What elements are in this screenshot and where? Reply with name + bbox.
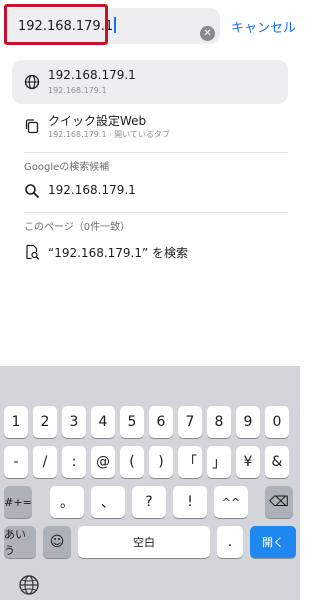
address-bar-area: 192.168.179.1 ✕ キャンセル bbox=[0, 0, 300, 50]
key-4[interactable]: 4 bbox=[91, 406, 115, 438]
cancel-button[interactable]: キャンセル bbox=[231, 17, 296, 36]
key-8[interactable]: 8 bbox=[207, 406, 231, 438]
key-9[interactable]: 9 bbox=[236, 406, 260, 438]
search-icon bbox=[25, 184, 39, 198]
address-field[interactable]: 192.168.179.1 ✕ bbox=[4, 8, 220, 44]
key-6[interactable]: 6 bbox=[149, 406, 173, 438]
key-5[interactable]: 5 bbox=[120, 406, 144, 438]
key-paren-close[interactable]: ) bbox=[149, 446, 173, 478]
key-exclamation[interactable]: ! bbox=[173, 486, 207, 518]
backspace-icon: ⌫ bbox=[269, 494, 289, 510]
key-7[interactable]: 7 bbox=[178, 406, 202, 438]
backspace-key[interactable]: ⌫ bbox=[265, 486, 293, 518]
globe-icon[interactable] bbox=[18, 574, 40, 596]
section-header-this-page: このページ（0件一致） bbox=[24, 222, 131, 233]
symbols-toggle-key[interactable]: #+= bbox=[4, 486, 32, 518]
key-question[interactable]: ? bbox=[132, 486, 166, 518]
suggestion-title: 192.168.179.1 bbox=[48, 68, 136, 82]
text-caret bbox=[114, 17, 117, 33]
google-suggestion-text: 192.168.179.1 bbox=[48, 183, 136, 197]
key-yen[interactable]: ¥ bbox=[236, 446, 260, 478]
key-ampersand[interactable]: & bbox=[265, 446, 289, 478]
key-at[interactable]: @ bbox=[91, 446, 115, 478]
key-2[interactable]: 2 bbox=[33, 406, 57, 438]
find-in-page-text: “192.168.179.1” を検索 bbox=[48, 246, 189, 260]
space-key[interactable]: 空白 bbox=[78, 526, 210, 558]
suggestion-subtitle: 192.168.179.1 · 開いているタブ bbox=[48, 130, 170, 139]
section-header-google: Googleの検索候補 bbox=[24, 162, 110, 173]
address-input-text[interactable]: 192.168.179.1 bbox=[18, 17, 117, 34]
key-bracket-close[interactable]: 」 bbox=[207, 446, 231, 478]
key-1[interactable]: 1 bbox=[4, 406, 28, 438]
divider bbox=[24, 212, 288, 213]
suggestion-top-hit[interactable] bbox=[12, 60, 288, 104]
clear-text-icon[interactable]: ✕ bbox=[200, 26, 215, 41]
key-kuten[interactable]: 。 bbox=[50, 486, 84, 518]
key-3[interactable]: 3 bbox=[62, 406, 86, 438]
tabs-icon bbox=[25, 119, 39, 134]
key-slash[interactable]: / bbox=[33, 446, 57, 478]
suggestion-subtitle: 192.168.179.1 bbox=[48, 86, 107, 95]
key-period[interactable]: . bbox=[217, 526, 243, 558]
suggestion-title: クイック設定Web bbox=[48, 114, 147, 128]
key-colon[interactable]: : bbox=[62, 446, 86, 478]
emoji-icon: ☺ bbox=[49, 534, 65, 550]
kana-mode-key[interactable]: あいう bbox=[4, 526, 36, 558]
enter-key[interactable]: 開く bbox=[250, 526, 296, 558]
key-touten[interactable]: 、 bbox=[91, 486, 125, 518]
key-0[interactable]: 0 bbox=[265, 406, 289, 438]
key-bracket-open[interactable]: 「 bbox=[178, 446, 202, 478]
divider bbox=[24, 152, 288, 153]
keyboard: 1 2 3 4 5 6 7 8 9 0 - / : @ ( ) 「 」 ¥ & … bbox=[0, 366, 300, 600]
globe-icon bbox=[24, 74, 40, 90]
key-hyphen[interactable]: - bbox=[4, 446, 28, 478]
find-in-page-icon bbox=[26, 244, 40, 260]
key-kaomoji[interactable]: ^^ bbox=[214, 486, 248, 518]
key-paren-open[interactable]: ( bbox=[120, 446, 144, 478]
emoji-key[interactable]: ☺ bbox=[43, 526, 71, 558]
